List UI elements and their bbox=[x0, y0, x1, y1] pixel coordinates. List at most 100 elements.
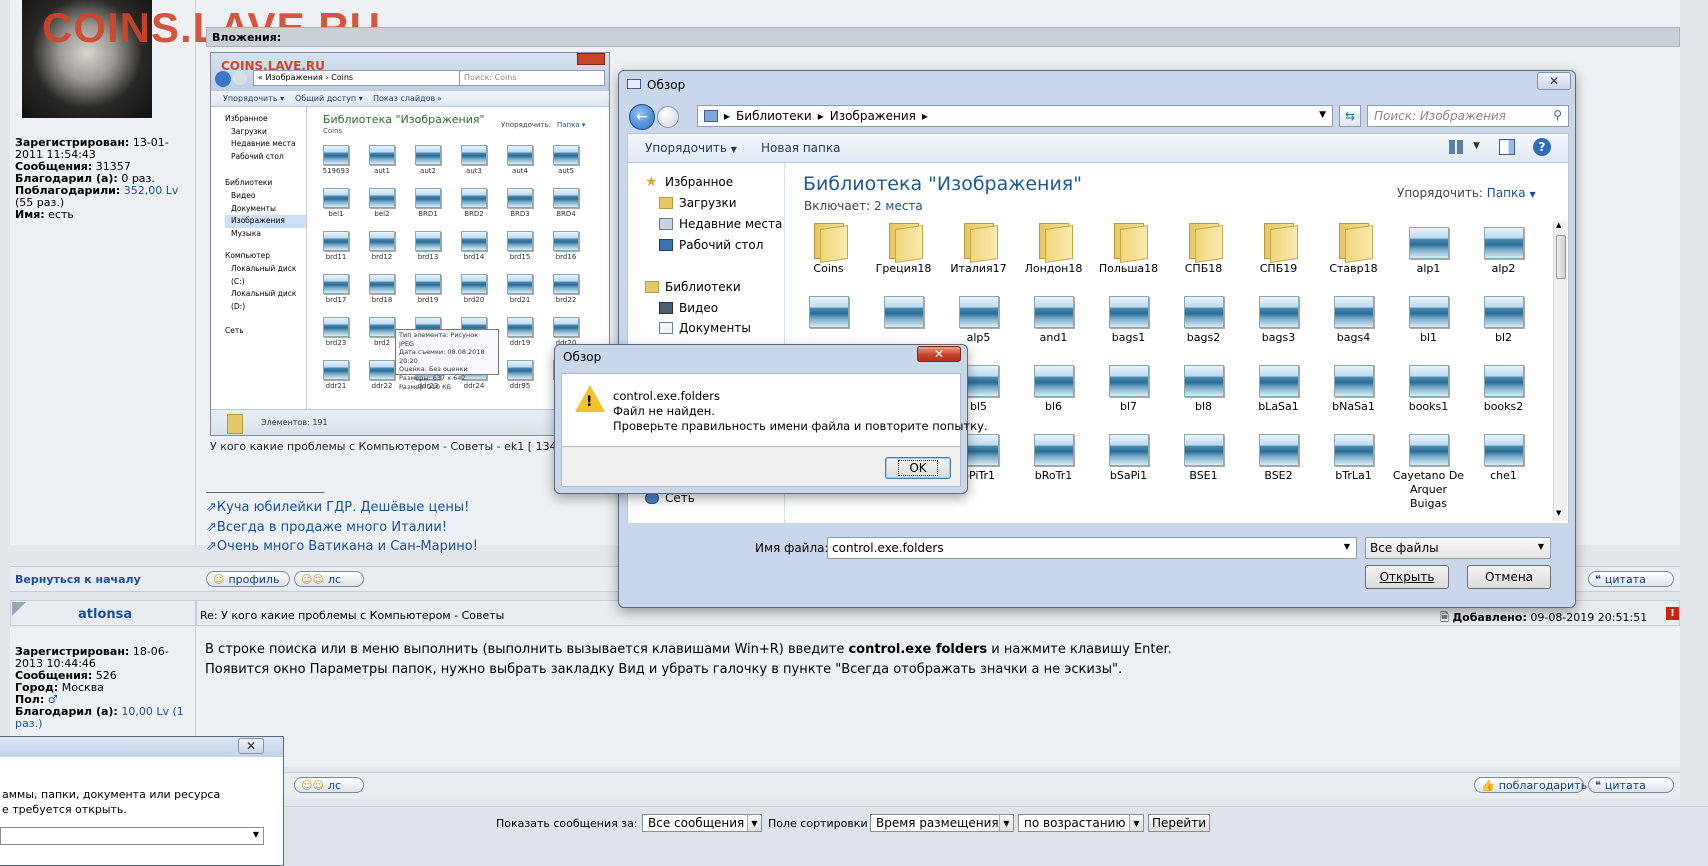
file-item[interactable]: bRoTr1 bbox=[1016, 428, 1091, 483]
file-item[interactable]: bTrLa1 bbox=[1316, 428, 1391, 483]
filename-input[interactable]: control.exe.folders ▼ bbox=[827, 537, 1357, 559]
ok-button[interactable]: OK bbox=[885, 457, 951, 479]
attachments-label: Вложения: bbox=[212, 31, 282, 44]
post2-quote-button[interactable]: ❝ цитата bbox=[1588, 777, 1674, 793]
file-item[interactable]: alp5 bbox=[941, 290, 1016, 345]
file-item[interactable]: bl1 bbox=[1391, 290, 1466, 345]
arrange-by-dropdown[interactable]: Папка bbox=[1487, 186, 1526, 200]
image-thumbnail-icon bbox=[1033, 365, 1074, 397]
file-item[interactable]: books2 bbox=[1466, 359, 1541, 414]
file-item[interactable]: books1 bbox=[1391, 359, 1466, 414]
file-item[interactable]: bl6 bbox=[1016, 359, 1091, 414]
run-dialog-close-button[interactable]: ✕ bbox=[238, 738, 264, 754]
file-item[interactable]: Польша18 bbox=[1091, 221, 1166, 276]
profile-button[interactable]: ☺ профиль bbox=[206, 571, 290, 587]
file-item[interactable]: bLaSa1 bbox=[1241, 359, 1316, 414]
nav-documents[interactable]: Документы bbox=[659, 321, 751, 335]
scroll-down-icon[interactable]: ▼ bbox=[1556, 509, 1561, 517]
filename-label: Имя файла: bbox=[755, 541, 829, 555]
preview-pane-icon[interactable] bbox=[1499, 139, 1515, 155]
file-item[interactable]: Лондон18 bbox=[1016, 221, 1091, 276]
breadcrumb-images[interactable]: Изображения bbox=[830, 109, 916, 123]
vertical-scrollbar[interactable]: ▲ ▼ bbox=[1553, 221, 1567, 521]
filter-select[interactable]: Все файлы ▼ bbox=[1365, 537, 1551, 559]
chevron-down-icon[interactable]: ▼ bbox=[1473, 141, 1480, 151]
file-item[interactable]: alp2 bbox=[1466, 221, 1541, 276]
file-item[interactable]: Италия17 bbox=[941, 221, 1016, 276]
breadcrumb-libraries[interactable]: Библиотеки bbox=[736, 109, 812, 123]
attachment-thumb-item: brd14 bbox=[453, 231, 495, 261]
file-item[interactable]: bags1 bbox=[1091, 290, 1166, 345]
image-thumbnail-icon bbox=[323, 145, 349, 165]
post2-author[interactable]: atlonsa bbox=[78, 607, 132, 622]
post2-pm-button[interactable]: ☺☺ лс bbox=[294, 777, 364, 793]
file-item-label: bl6 bbox=[1044, 400, 1063, 413]
file-item[interactable]: che1 bbox=[1466, 428, 1541, 483]
scroll-up-icon[interactable]: ▲ bbox=[1556, 221, 1561, 229]
file-item[interactable]: Coins bbox=[791, 221, 866, 276]
file-item[interactable]: bl2 bbox=[1466, 290, 1541, 345]
attachment-thumb-label: brd13 bbox=[417, 253, 439, 261]
file-item[interactable]: and1 bbox=[1016, 290, 1091, 345]
file-item[interactable]: Cayetano De Arquer Buigas bbox=[1391, 428, 1466, 511]
nav-libraries[interactable]: Библиотеки bbox=[645, 280, 741, 294]
attachment-image[interactable]: COINS.LAVE.RU « Изображения › Coins Поис… bbox=[210, 52, 610, 436]
file-item[interactable]: bags2 bbox=[1166, 290, 1241, 345]
image-thumbnail-icon bbox=[808, 296, 849, 328]
nav-recent[interactable]: Недавние места bbox=[659, 217, 782, 231]
signature-link-1[interactable]: Куча юбилейки ГДР. Дешёвые цены! bbox=[217, 500, 469, 515]
new-folder-button[interactable]: Новая папка bbox=[761, 141, 840, 155]
file-item[interactable]: BSE1 bbox=[1166, 428, 1241, 483]
open-button[interactable]: Открыть bbox=[1365, 565, 1449, 589]
forward-button[interactable] bbox=[657, 106, 679, 128]
back-to-top-link[interactable]: Вернуться к началу bbox=[15, 573, 141, 586]
file-item[interactable]: alp1 bbox=[1391, 221, 1466, 276]
nav-downloads[interactable]: Загрузки bbox=[659, 196, 737, 210]
signature-link-3[interactable]: Очень много Ватикана и Сан-Марино! bbox=[217, 539, 478, 554]
file-item[interactable]: bNaSa1 bbox=[1316, 359, 1391, 414]
scroll-thumb[interactable] bbox=[1556, 235, 1566, 279]
pm-button[interactable]: ☺☺ лс bbox=[294, 571, 364, 587]
file-item[interactable]: bags3 bbox=[1241, 290, 1316, 345]
file-item[interactable]: bSaPi1 bbox=[1091, 428, 1166, 483]
file-item[interactable] bbox=[791, 290, 866, 331]
refresh-button[interactable]: ⇆ bbox=[1339, 105, 1361, 127]
go-button[interactable]: Перейти bbox=[1148, 814, 1210, 832]
help-icon[interactable]: ? bbox=[1533, 138, 1551, 156]
attachment-thumb-label: brd15 bbox=[509, 253, 531, 261]
image-thumbnail-icon bbox=[883, 296, 924, 328]
file-item[interactable] bbox=[866, 290, 941, 331]
cancel-button[interactable]: Отмена bbox=[1467, 565, 1551, 589]
quote-button[interactable]: ❝ цитата bbox=[1588, 571, 1674, 587]
includes-locations-link[interactable]: 2 места bbox=[874, 199, 923, 213]
view-icon[interactable] bbox=[1449, 140, 1465, 154]
browse-close-button[interactable]: ✕ bbox=[1537, 72, 1571, 90]
organize-button[interactable]: Упорядочить ▼ bbox=[645, 141, 737, 155]
run-dialog-input[interactable]: ▼ bbox=[0, 827, 264, 845]
file-item[interactable]: bl8 bbox=[1166, 359, 1241, 414]
file-item[interactable]: СПБ19 bbox=[1241, 221, 1316, 276]
nav-desktop[interactable]: Рабочий стол bbox=[659, 238, 763, 252]
quote-icon: ❝ bbox=[1595, 778, 1601, 792]
file-item[interactable]: Греция18 bbox=[866, 221, 941, 276]
file-item[interactable]: СПБ18 bbox=[1166, 221, 1241, 276]
report-icon[interactable]: ! bbox=[1666, 607, 1679, 620]
back-button[interactable]: ← bbox=[629, 104, 655, 130]
sort-select[interactable]: Время размещения ▼ bbox=[870, 814, 1014, 832]
image-thumbnail-icon bbox=[553, 274, 579, 294]
file-item[interactable]: BSE2 bbox=[1241, 428, 1316, 483]
address-bar[interactable]: ▸ Библиотеки ▸ Изображения ▸ ▼ bbox=[697, 105, 1333, 127]
browse-search-input[interactable]: Поиск: Изображения ⚲ bbox=[1367, 105, 1569, 127]
show-select[interactable]: Все сообщения ▼ bbox=[642, 814, 762, 832]
nav-favorites[interactable]: ★ Избранное bbox=[645, 175, 733, 189]
file-item[interactable]: bags4 bbox=[1316, 290, 1391, 345]
order-select[interactable]: по возрастанию ▼ bbox=[1018, 814, 1144, 832]
file-item[interactable]: Ставр18 bbox=[1316, 221, 1391, 276]
error-close-button[interactable]: ✕ bbox=[917, 346, 961, 362]
file-item[interactable]: bl7 bbox=[1091, 359, 1166, 414]
address-dropdown-icon[interactable]: ▼ bbox=[1319, 110, 1326, 120]
signature-link-2[interactable]: Всегда в продаже много Италии! bbox=[217, 520, 447, 535]
thank-button[interactable]: 👍 поблагодарить bbox=[1474, 777, 1587, 793]
thanks-received-link[interactable]: 352,00 Lv bbox=[124, 184, 179, 197]
nav-videos[interactable]: Видео bbox=[659, 301, 718, 315]
